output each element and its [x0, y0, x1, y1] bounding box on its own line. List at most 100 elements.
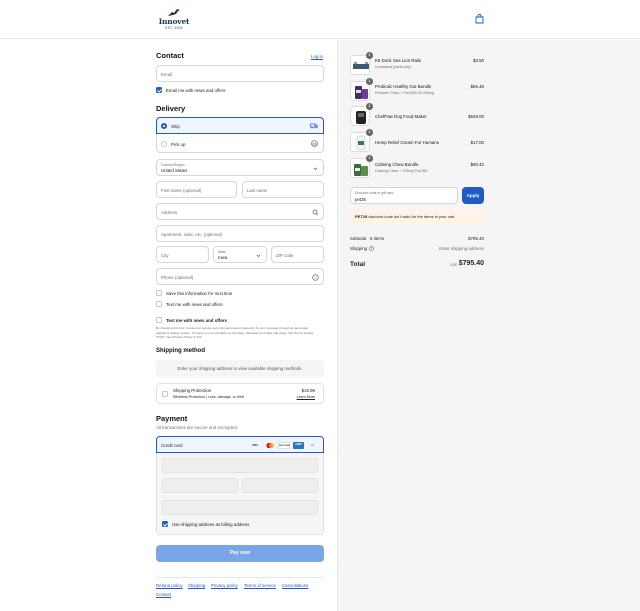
card-number-field[interactable]: [162, 458, 318, 473]
truck-icon: [310, 123, 318, 129]
sms-disclaimer-line-1: By checking this box I consent to receiv…: [156, 326, 309, 330]
news-offers-checkbox[interactable]: [156, 87, 162, 93]
pickup-option[interactable]: Pick up: [157, 135, 323, 153]
footer-link-privacy[interactable]: Privacy policy: [211, 583, 238, 588]
last-name-placeholder: Last name: [247, 187, 268, 193]
protection-learn-more[interactable]: Learn More: [297, 395, 315, 399]
state-select[interactable]: State Iowa: [213, 246, 267, 263]
search-icon: [312, 209, 319, 216]
email-field[interactable]: Email: [156, 65, 324, 82]
ship-option[interactable]: Ship: [156, 117, 324, 134]
total-currency: USD: [450, 263, 458, 267]
expiry-field[interactable]: [162, 478, 238, 493]
billing-same-checkbox[interactable]: [162, 521, 168, 527]
item-variant: Unmasked (parts only): [375, 65, 412, 69]
text-offers-checkbox[interactable]: [156, 301, 162, 307]
ship-label: Ship: [171, 124, 180, 129]
bird-logo-icon: [168, 9, 180, 16]
delivery-heading: Delivery: [156, 104, 186, 113]
item-name: Calming Chew Bundle: [375, 161, 419, 167]
phone-placeholder: Phone (optional): [161, 274, 194, 280]
country-select[interactable]: Country/Region United States: [156, 159, 324, 176]
protection-title: Shipping Protection: [173, 388, 212, 393]
login-link[interactable]: Log in: [311, 54, 323, 59]
zip-field[interactable]: ZIP code: [271, 246, 324, 263]
footer-link-cancellations[interactable]: Cancellations: [282, 583, 308, 588]
shipping-protection-checkbox[interactable]: [162, 391, 168, 397]
save-info-checkbox[interactable]: [156, 290, 162, 296]
discount-code-field[interactable]: Discount code or gift card pet25: [350, 187, 458, 204]
item-name: Probiotic Healthy Gut Bundle: [375, 84, 432, 89]
discount-value: pet25: [355, 196, 366, 202]
save-info-label: Save this information for next time: [166, 290, 233, 296]
quantity-badge: 1: [366, 103, 373, 110]
shipping-label: Shipping: [350, 246, 368, 251]
address-field[interactable]: Address: [156, 203, 324, 220]
zip-placeholder: ZIP code: [276, 252, 294, 258]
total-value: $795.40: [458, 260, 484, 267]
footer-link-terms[interactable]: Terms of service: [244, 583, 276, 588]
pickup-label: Pick up: [171, 141, 186, 147]
apply-discount-button[interactable]: Apply: [462, 187, 484, 204]
country-value: United States: [161, 168, 188, 173]
shipping-protection-box[interactable]: Shipping Protection Effortless Protectio…: [156, 383, 324, 404]
brand-logo[interactable]: Innovet EST. 2005: [157, 8, 191, 32]
ship-radio[interactable]: [161, 123, 167, 129]
svg-text:?: ?: [371, 247, 373, 251]
item-name: ChefPaw Dog Food Maker: [375, 114, 427, 119]
amex-icon: AMEX: [293, 441, 304, 449]
item-price: $17.00: [470, 139, 484, 145]
item-variant: Probiotic Chew + PurCBD Oil 250mg: [375, 91, 434, 95]
total-label: Total: [350, 261, 366, 268]
contact-heading: Contact: [156, 51, 184, 60]
svg-text:?: ?: [314, 275, 317, 280]
phone-field[interactable]: Phone (optional) ?: [156, 268, 324, 285]
quantity-badge: 1: [366, 129, 373, 136]
item-price: $649.00: [468, 114, 484, 119]
credit-card-label: Credit card: [161, 442, 183, 448]
shopping-bag-icon[interactable]: [475, 14, 484, 24]
protection-price: $15.99: [301, 388, 315, 393]
store-icon: [311, 140, 318, 147]
last-name-field[interactable]: Last name: [242, 181, 324, 198]
footer-link-refund[interactable]: Refund policy: [156, 583, 183, 588]
payment-heading: Payment: [156, 414, 188, 423]
shipping-method-heading: Shipping method: [156, 348, 205, 354]
footer-link-shipping[interactable]: Shipping: [188, 583, 205, 588]
city-placeholder: City: [161, 252, 169, 258]
text-offers-label: Text me with news and offers: [166, 301, 223, 307]
discount-warning-code: PET25: [355, 214, 368, 219]
name-on-card-field[interactable]: [162, 500, 318, 515]
pickup-radio[interactable]: [161, 141, 167, 147]
credit-card-option[interactable]: Credit card VISA DISCOVER AMEX +4: [156, 436, 324, 453]
order-summary-panel: [337, 40, 640, 611]
chevron-down-icon: [313, 167, 318, 170]
delivery-method-group: Ship Pick up: [156, 117, 324, 153]
header: Innovet EST. 2005: [0, 0, 640, 39]
payment-subtitle: All transactions are secure and encrypte…: [156, 425, 239, 430]
sms-offers-label: Text me with news and offers: [166, 317, 227, 323]
apartment-placeholder: Apartment, suite, etc. (optional): [161, 231, 223, 237]
visa-icon: VISA: [251, 443, 259, 447]
more-cards-badge: +4: [310, 442, 314, 447]
help-circle-icon[interactable]: ?: [312, 274, 319, 281]
state-label: State: [218, 249, 226, 254]
subtotal-label: Subtotal · 5 items: [350, 236, 385, 241]
shipping-value: Enter shipping address: [439, 246, 484, 251]
sms-offers-checkbox[interactable]: [156, 317, 162, 323]
security-code-field[interactable]: [242, 478, 318, 493]
first-name-field[interactable]: First name (optional): [156, 181, 237, 198]
billing-same-label: Use shipping address as billing address: [172, 521, 250, 527]
item-name: Hemp Relief Cream For Humans: [375, 139, 439, 145]
apartment-field[interactable]: Apartment, suite, etc. (optional): [156, 225, 324, 242]
brand-tagline: EST. 2005: [165, 25, 183, 30]
footer-link-contact[interactable]: Contact: [156, 592, 171, 597]
address-placeholder: Address: [161, 209, 178, 215]
help-circle-icon[interactable]: ?: [369, 246, 374, 251]
quantity-badge: 1: [366, 78, 373, 85]
quantity-badge: 1: [366, 52, 373, 59]
city-field[interactable]: City: [156, 246, 209, 263]
item-price: $60.42: [470, 161, 484, 167]
pay-now-button[interactable]: Pay now: [156, 545, 324, 562]
country-label: Country/Region: [161, 162, 185, 167]
